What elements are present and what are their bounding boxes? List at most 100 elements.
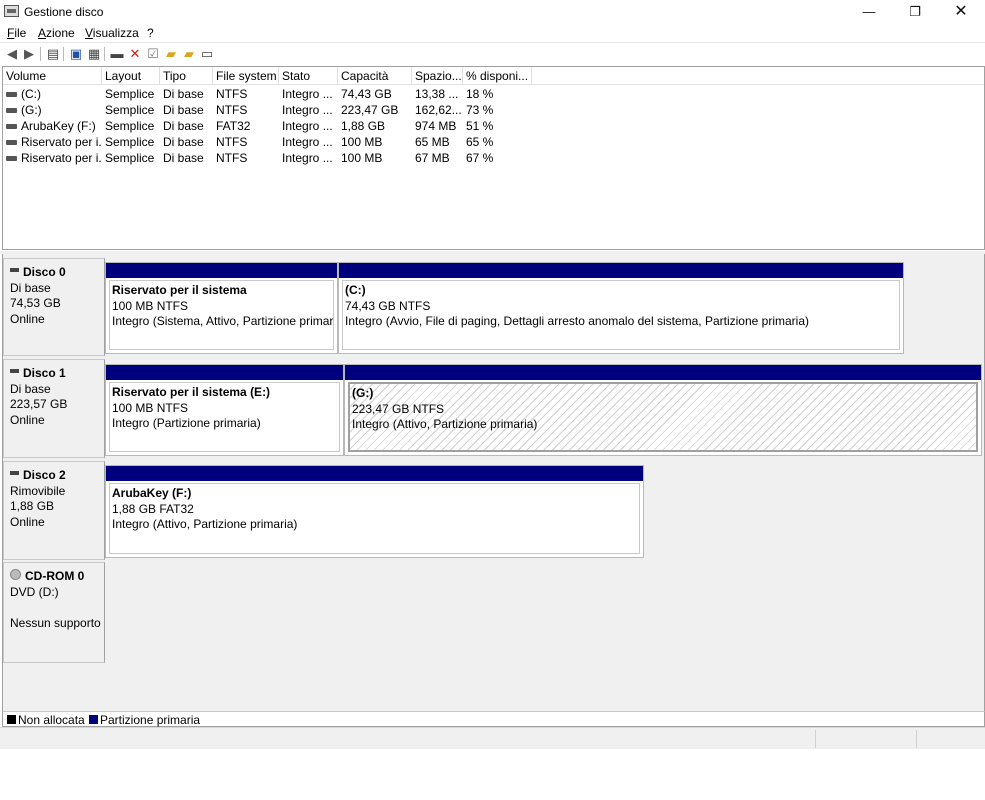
disk-status: Online bbox=[10, 514, 45, 529]
filesystem-cell: FAT32 bbox=[216, 119, 251, 133]
help-icon[interactable]: ▦ bbox=[86, 46, 102, 62]
connect-disk-icon[interactable]: ▬ bbox=[109, 46, 125, 62]
disk-management-app-icon bbox=[4, 5, 19, 17]
menu-help[interactable]: ? bbox=[147, 26, 154, 40]
volume-list[interactable]: Volume Layout Tipo File system Stato Cap… bbox=[2, 66, 985, 250]
partition-title: Riservato per il sistema (E:) bbox=[112, 385, 271, 399]
percent-free-cell: 18 % bbox=[466, 87, 494, 101]
menu-file[interactable]: File bbox=[7, 26, 26, 40]
folder-up-icon[interactable]: ▰ bbox=[163, 46, 179, 62]
volume-row[interactable]: (C:) Semplice Di base NTFS Integro ... 7… bbox=[3, 86, 984, 102]
status-cell: Integro ... bbox=[282, 103, 333, 117]
disk-size: 223,57 GB bbox=[10, 397, 68, 411]
volume-cell: Riservato per i... bbox=[3, 150, 102, 166]
disk-icon bbox=[10, 369, 19, 374]
partition-title: ArubaKey (F:) bbox=[112, 486, 192, 500]
volume-row[interactable]: Riservato per i... Semplice Di base NTFS… bbox=[3, 150, 984, 166]
column-header-layout[interactable]: Layout bbox=[102, 67, 160, 85]
folder-export-icon[interactable]: ▰ bbox=[181, 46, 197, 62]
volume-list-header: Volume Layout Tipo File system Stato Cap… bbox=[3, 67, 984, 85]
partition-size: 100 MB NTFS bbox=[112, 400, 189, 415]
disk-name: Disco 2 bbox=[23, 468, 66, 482]
close-button[interactable]: ✕ bbox=[938, 0, 984, 24]
legend-label-primary-partition: Partizione primaria bbox=[100, 713, 201, 727]
status-bar-divider bbox=[916, 730, 917, 748]
legend-swatch-unallocated bbox=[7, 715, 16, 724]
partition-f[interactable]: ArubaKey (F:) 1,88 GB FAT32 Integro (Att… bbox=[105, 465, 644, 558]
disk-name: Disco 1 bbox=[23, 366, 66, 380]
volume-name: Riservato per i... bbox=[21, 135, 102, 149]
forward-icon[interactable]: ▶ bbox=[21, 46, 37, 62]
partition-body-selected: (G:) 223,47 GB NTFS Integro (Attivo, Par… bbox=[348, 382, 978, 452]
disk-name: CD-ROM 0 bbox=[25, 569, 85, 583]
partition-size: 74,43 GB NTFS bbox=[345, 298, 431, 313]
minimize-button[interactable]: — bbox=[846, 0, 892, 24]
delete-icon[interactable]: ✕ bbox=[127, 46, 143, 62]
volume-cell: (G:) bbox=[3, 102, 102, 118]
status-cell: Integro ... bbox=[282, 135, 333, 149]
drive-icon bbox=[6, 92, 17, 98]
layout-cell: Semplice bbox=[105, 119, 155, 133]
partition-body: ArubaKey (F:) 1,88 GB FAT32 Integro (Att… bbox=[109, 483, 640, 554]
volume-name: Riservato per i... bbox=[21, 151, 102, 165]
capacity-cell: 100 MB bbox=[341, 151, 383, 165]
partition-status: Integro (Partizione primaria) bbox=[112, 416, 261, 430]
partition-title: Riservato per il sistema bbox=[112, 283, 247, 297]
legend-label-unallocated: Non allocata bbox=[18, 713, 85, 727]
disk-name: Disco 0 bbox=[23, 265, 66, 279]
drive-icon bbox=[6, 108, 17, 114]
column-header-capacita[interactable]: Capacità bbox=[338, 67, 412, 85]
layout-cell: Semplice bbox=[105, 103, 155, 117]
partition-bar bbox=[106, 365, 343, 380]
volume-name: (G:) bbox=[21, 103, 42, 117]
cdrom-0-label[interactable]: CD-ROM 0 DVD (D:) Nessun supporto bbox=[3, 562, 105, 663]
disk-icon bbox=[10, 268, 19, 273]
partition-size: 100 MB NTFS bbox=[112, 298, 189, 313]
filesystem-cell: NTFS bbox=[216, 87, 248, 101]
partition-bar bbox=[339, 263, 903, 278]
volume-row[interactable]: Riservato per i... Semplice Di base NTFS… bbox=[3, 134, 984, 150]
status-cell: Integro ... bbox=[282, 87, 333, 101]
disk-1-label[interactable]: Disco 1 Di base 223,57 GB Online bbox=[3, 359, 105, 458]
type-cell: Di base bbox=[163, 87, 204, 101]
menu-azione[interactable]: Azione bbox=[38, 26, 75, 40]
column-header-file-system[interactable]: File system bbox=[213, 67, 279, 85]
free-space-cell: 974 MB bbox=[415, 119, 457, 133]
capacity-cell: 1,88 GB bbox=[341, 119, 386, 133]
disk-type: DVD (D:) bbox=[10, 584, 59, 599]
column-header-tipo[interactable]: Tipo bbox=[160, 67, 213, 85]
menu-visualizza[interactable]: Visualizza bbox=[85, 26, 139, 40]
column-header-stato[interactable]: Stato bbox=[279, 67, 338, 85]
column-header-volume[interactable]: Volume bbox=[3, 67, 102, 85]
restore-button[interactable]: ❐ bbox=[892, 0, 938, 24]
volume-name: (C:) bbox=[21, 87, 41, 101]
volume-row[interactable]: ArubaKey (F:) Semplice Di base FAT32 Int… bbox=[3, 118, 984, 134]
cdrom-icon bbox=[10, 569, 21, 581]
partition-g[interactable]: (G:) 223,47 GB NTFS Integro (Attivo, Par… bbox=[344, 364, 982, 456]
partition-c[interactable]: (C:) 74,43 GB NTFS Integro (Avvio, File … bbox=[338, 262, 904, 354]
drive-icon bbox=[6, 124, 17, 130]
partition-e[interactable]: Riservato per il sistema (E:) 100 MB NTF… bbox=[105, 364, 344, 456]
disk-type: Di base bbox=[10, 280, 51, 295]
properties-icon[interactable]: ▣ bbox=[68, 46, 84, 62]
disk-size bbox=[10, 600, 104, 616]
volume-cell: ArubaKey (F:) bbox=[3, 118, 102, 134]
partition-status: Integro (Attivo, Partizione primaria) bbox=[352, 417, 538, 431]
disk-0-label[interactable]: Disco 0 Di base 74,53 GB Online bbox=[3, 258, 105, 356]
legend-swatch-primary-partition bbox=[89, 715, 98, 724]
partition-body: Riservato per il sistema (E:) 100 MB NTF… bbox=[109, 382, 340, 452]
back-icon[interactable]: ◀ bbox=[4, 46, 20, 62]
check-icon[interactable]: ☑ bbox=[145, 46, 161, 62]
partition-disk0-system-reserved[interactable]: Riservato per il sistema 100 MB NTFS Int… bbox=[105, 262, 338, 354]
volume-row[interactable]: (G:) Semplice Di base NTFS Integro ... 2… bbox=[3, 102, 984, 118]
disk-2-label[interactable]: Disco 2 Rimovibile 1,88 GB Online bbox=[3, 461, 105, 560]
column-header-spazio[interactable]: Spazio... bbox=[412, 67, 463, 85]
column-header-percent-disponibile[interactable]: % disponi... bbox=[463, 67, 532, 85]
disk-status: Online bbox=[10, 311, 45, 326]
view-icon[interactable]: ▭ bbox=[199, 46, 215, 62]
capacity-cell: 100 MB bbox=[341, 135, 383, 149]
show-hide-console-tree-icon[interactable]: ▤ bbox=[45, 46, 61, 62]
capacity-cell: 223,47 GB bbox=[341, 103, 399, 117]
disk-type: Rimovibile bbox=[10, 483, 66, 498]
disk-status: Nessun supporto bbox=[10, 615, 101, 630]
